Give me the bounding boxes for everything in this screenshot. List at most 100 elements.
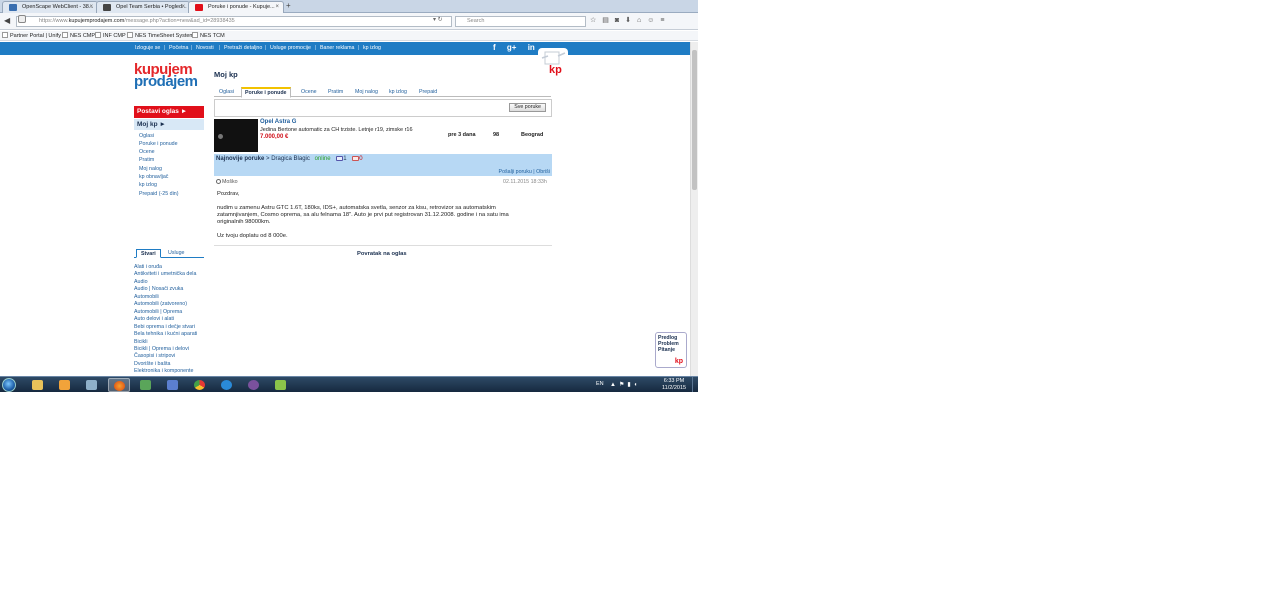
tab-pratim[interactable]: Pratim bbox=[328, 88, 343, 97]
category-link[interactable]: Auto delovi i alati bbox=[134, 316, 174, 322]
tab-kp-izlog[interactable]: kp izlog bbox=[389, 88, 407, 97]
sidebar-item-renewal[interactable]: kp obnavljač bbox=[139, 174, 168, 180]
google-plus-icon[interactable]: g+ bbox=[507, 43, 517, 52]
tab-prepaid[interactable]: Prepaid bbox=[419, 88, 437, 97]
sidebar-item-ads[interactable]: Oglasi bbox=[139, 133, 154, 139]
ad-views: 98 bbox=[493, 132, 500, 138]
category-link[interactable]: Bela tehnika i kućni aparati bbox=[134, 331, 197, 337]
nav-advanced-search[interactable]: Pretraži detaljno bbox=[224, 42, 262, 55]
sidebar-item-following[interactable]: Pratim bbox=[139, 157, 154, 163]
scrollbar-thumb[interactable] bbox=[692, 50, 697, 190]
tab-oglasi[interactable]: Oglasi bbox=[219, 88, 234, 97]
taskbar-firefox[interactable] bbox=[108, 378, 130, 392]
tab-usluge[interactable]: Usluge bbox=[168, 249, 185, 258]
nav-news[interactable]: Novosti bbox=[196, 42, 214, 55]
bookmark-item[interactable]: NES CMP bbox=[62, 31, 95, 41]
browser-tab-kupujemprodajem[interactable]: Poruke i ponude - Kupuje... × bbox=[188, 1, 284, 13]
toolbar-icons[interactable]: ☆▤◙⬇⌂☺≡ bbox=[590, 16, 670, 24]
sidebar-item-prepaid[interactable]: Prepaid (-25 din) bbox=[139, 191, 178, 197]
nav-home[interactable]: Početna bbox=[169, 42, 188, 55]
ad-title[interactable]: Opel Astra G bbox=[260, 119, 296, 125]
taskbar-vmware[interactable] bbox=[270, 378, 292, 392]
language-indicator[interactable]: EN bbox=[596, 381, 604, 387]
url-bar[interactable]: https://www.kupujemprodajem.com/message.… bbox=[16, 16, 452, 27]
bookmark-item[interactable]: Partner Portal | Unify bbox=[2, 31, 61, 41]
category-link[interactable]: Alati i oruđa bbox=[134, 264, 162, 270]
sidebar-item-account[interactable]: Moj nalog bbox=[139, 166, 162, 172]
site-top-nav: Izloguje se | Početna | Novosti | Pretra… bbox=[0, 42, 690, 55]
conversation-partner[interactable]: Dragica Blagic bbox=[271, 156, 310, 162]
sidebar-item-messages[interactable]: Poruke i ponude bbox=[139, 141, 178, 147]
category-link[interactable]: Audio bbox=[134, 279, 148, 285]
search-input[interactable]: Search bbox=[455, 16, 586, 27]
vertical-scrollbar[interactable] bbox=[690, 42, 698, 376]
system-tray-icons[interactable]: ▲⚑▮◖ bbox=[610, 381, 640, 388]
send-message-link[interactable]: Pošalji poruku bbox=[499, 169, 532, 175]
ad-thumbnail[interactable] bbox=[214, 119, 258, 152]
category-link[interactable]: Automobili bbox=[134, 294, 159, 300]
feedback-widget[interactable]: Predlog Problem Pitanje kp bbox=[655, 332, 687, 368]
nav-kp-izlog[interactable]: kp izlog bbox=[363, 42, 381, 55]
taskbar-explorer[interactable] bbox=[27, 378, 49, 392]
browser-tab-opel-team[interactable]: Opel Team Serbia • Pogled... × bbox=[96, 1, 190, 13]
taskbar-outlook[interactable] bbox=[54, 378, 76, 392]
message-date: 02.11.2015 18:33h bbox=[503, 179, 547, 185]
category-link[interactable]: Elektronika i komponente bbox=[134, 368, 193, 374]
sidebar-item-kp-izlog[interactable]: kp izlog bbox=[139, 182, 157, 188]
close-icon[interactable]: × bbox=[181, 2, 185, 13]
bookmark-item[interactable]: NES TCM bbox=[192, 31, 225, 41]
my-kp-header[interactable]: Moj kp ► bbox=[134, 119, 204, 130]
back-arrow-icon[interactable]: ◀ bbox=[4, 16, 10, 25]
category-link[interactable]: Automobili | Oprema bbox=[134, 309, 182, 315]
clock[interactable]: 6:33 PM 11/2/2015 bbox=[662, 378, 686, 392]
taskbar-remote-desktop[interactable] bbox=[162, 378, 184, 392]
all-messages-button[interactable]: Sve poruke bbox=[509, 103, 546, 112]
site-logo[interactable]: kupujem prodajem bbox=[134, 62, 198, 90]
back-to-ad-link[interactable]: Povratak na oglas bbox=[357, 251, 407, 257]
nav-banner[interactable]: Baner reklama bbox=[320, 42, 354, 55]
latest-messages-bar: Najnovije poruke > Dragica Blagic online… bbox=[214, 154, 552, 176]
category-link[interactable]: Bicikli bbox=[134, 339, 148, 345]
kp-mascot-logo[interactable]: kp bbox=[538, 48, 568, 76]
browser-tab-openscape[interactable]: OpenScape WebClient - 38... × bbox=[2, 1, 98, 13]
facebook-icon[interactable]: f bbox=[493, 43, 496, 52]
taskbar-viber[interactable] bbox=[243, 378, 265, 392]
category-link[interactable]: Bebi oprema i dečje stvari bbox=[134, 324, 195, 330]
bookmark-item[interactable]: INF CMP bbox=[95, 31, 126, 41]
tab-moj-nalog[interactable]: Moj nalog bbox=[355, 88, 378, 97]
sidebar-item-ratings[interactable]: Ocene bbox=[139, 149, 155, 155]
category-link[interactable]: Bicikli | Oprema i delovi bbox=[134, 346, 189, 352]
clock-time: 6:33 PM bbox=[663, 378, 685, 384]
category-link[interactable]: Dvorište i bašta bbox=[134, 361, 171, 367]
linkedin-icon[interactable]: in bbox=[528, 43, 535, 52]
message-line: zatamnjivanjem, Cosmo oprema, sa alu fel… bbox=[217, 212, 509, 218]
category-link[interactable]: Audio | Nosači zvuka bbox=[134, 286, 183, 292]
close-icon[interactable]: × bbox=[89, 2, 93, 13]
taskbar-tools[interactable] bbox=[135, 378, 157, 392]
nav-logout[interactable]: Izloguje se bbox=[135, 42, 160, 55]
start-button[interactable] bbox=[2, 378, 16, 392]
taskbar-ie[interactable] bbox=[216, 378, 238, 392]
bookmark-item[interactable]: NES TimeSheet System bbox=[127, 31, 194, 41]
close-icon[interactable]: × bbox=[275, 2, 279, 13]
nav-promotion[interactable]: Usluge promocije bbox=[270, 42, 311, 55]
category-link[interactable]: Časopisi i stripovi bbox=[134, 353, 175, 359]
site-identity-icon[interactable] bbox=[18, 15, 26, 23]
taskbar-network[interactable] bbox=[81, 378, 103, 392]
post-ad-button[interactable]: Postavi oglas ► bbox=[134, 106, 204, 118]
tab-stvari[interactable]: Stvari bbox=[136, 249, 161, 258]
show-desktop-button[interactable] bbox=[692, 377, 698, 392]
tab-poruke-i-ponude[interactable]: Poruke i ponude bbox=[241, 87, 291, 98]
new-tab-button[interactable]: + bbox=[286, 1, 291, 10]
reload-icon[interactable]: ▾ ↻ bbox=[433, 16, 443, 23]
tab-ocene[interactable]: Ocene bbox=[301, 88, 317, 97]
messages-toolbar: Sve poruke bbox=[214, 99, 552, 117]
divider bbox=[214, 245, 552, 246]
category-link[interactable]: Automobili (zatvoreno) bbox=[134, 301, 187, 307]
delete-link[interactable]: Obriši bbox=[536, 169, 550, 175]
search-placeholder: Search bbox=[467, 18, 485, 24]
category-link[interactable]: Antikviteti i umetnička dela bbox=[134, 271, 196, 277]
tab-label: Opel Team Serbia • Pogled... bbox=[116, 4, 187, 10]
logo-line-2: prodajem bbox=[134, 73, 198, 90]
taskbar-chrome[interactable] bbox=[189, 378, 211, 392]
